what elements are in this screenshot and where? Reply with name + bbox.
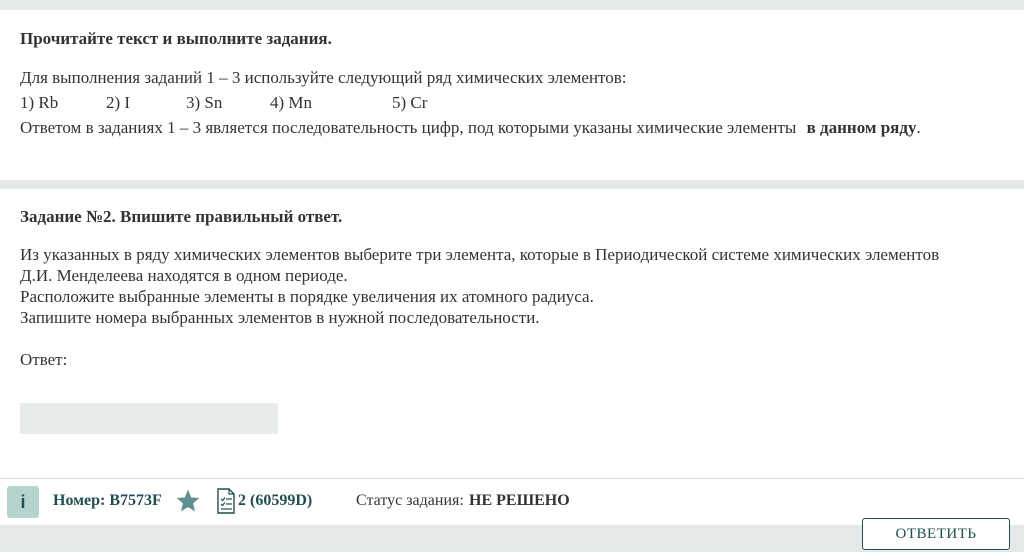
status-label: Статус задания: — [356, 492, 464, 509]
answer-label: Ответ: — [20, 350, 68, 369]
intro-note-bold: в данном ряду — [806, 118, 917, 137]
option-3: 3) Sn — [186, 93, 223, 112]
task-text-line-2: Д.И. Менделеева находятся в одном период… — [20, 266, 348, 285]
intro-note-end: . — [916, 118, 921, 137]
option-4: 4) Mn — [270, 93, 313, 112]
task-text-line-4: Запишите номера выбранных элементов в ну… — [20, 308, 540, 327]
option-5: 5) Cr — [392, 93, 428, 112]
task-text-line-1: Из указанных в ряду химических элементов… — [20, 245, 940, 264]
intro-note: Ответом в заданиях 1 – 3 является послед… — [20, 117, 921, 138]
info-icon: i — [20, 491, 26, 512]
answer-input[interactable] — [20, 403, 278, 434]
option-2: 2) I — [106, 93, 131, 112]
element-options: 1) Rb 2) I 3) Sn 4) Mn 5) Cr — [20, 92, 620, 113]
document-checklist-icon[interactable] — [216, 488, 236, 514]
status-value: НЕ РЕШЕНО — [469, 492, 570, 509]
intro-heading: Прочитайте текст и выполните задания. — [20, 29, 332, 48]
task-heading: Задание №2. Впишите правильный ответ. — [20, 207, 343, 226]
task-footer: i Номер: B7573F 2 (60599D) Статус задани… — [0, 479, 1024, 552]
intro-panel: Прочитайте текст и выполните задания. Дл… — [0, 10, 1024, 180]
star-icon[interactable] — [175, 488, 201, 514]
intro-instruction: Для выполнения заданий 1 – 3 используйте… — [20, 68, 627, 87]
intro-note-text: Ответом в заданиях 1 – 3 является послед… — [20, 118, 801, 137]
task-number: Номер: B7573F — [53, 492, 162, 509]
info-button[interactable]: i — [7, 486, 39, 518]
task-panel: Задание №2. Впишите правильный ответ. Из… — [0, 189, 1024, 479]
option-1: 1) Rb — [20, 93, 59, 112]
submit-answer-button[interactable]: ОТВЕТИТЬ — [862, 518, 1010, 550]
variant-link[interactable]: 2 (60599D) — [238, 492, 312, 510]
task-text-line-3: Расположите выбранные элементы в порядке… — [20, 287, 594, 306]
